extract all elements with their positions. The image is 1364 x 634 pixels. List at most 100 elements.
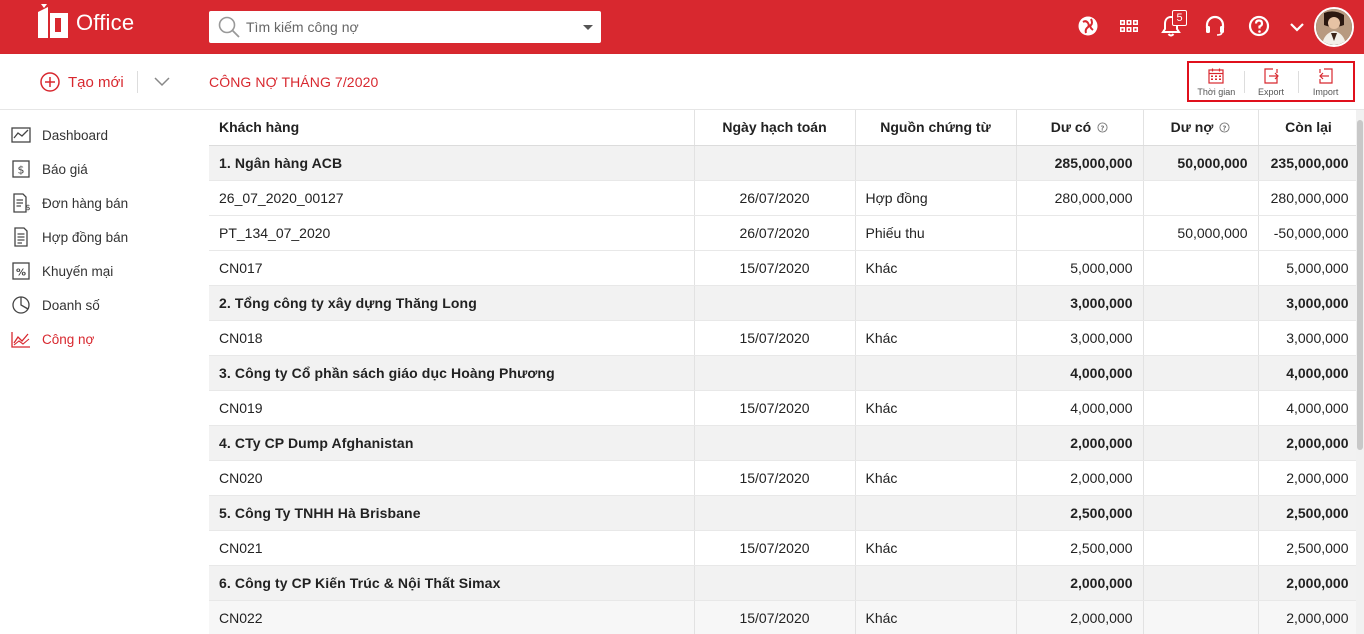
table-row[interactable]: CN022 15/07/2020 Khác 2,000,000 2,000,000 [209, 600, 1356, 634]
table-row[interactable]: CN019 15/07/2020 Khác 4,000,000 4,000,000 [209, 390, 1356, 426]
cell-remaining: 280,000,000 [1258, 180, 1356, 216]
cell-debit-balance [1143, 390, 1259, 426]
export-icon [1264, 67, 1279, 84]
sidebar-item-sales-contracts[interactable]: Hợp đồng bán [0, 220, 209, 254]
cell-source-document: Khác [855, 460, 1017, 496]
cell-remaining: 5,000,000 [1258, 250, 1356, 286]
top-bar: Office 5 [0, 0, 1364, 54]
cell-customer: CN020 [209, 460, 695, 496]
time-filter-button[interactable]: Thời gian [1189, 63, 1244, 100]
cell-posting-date: 15/07/2020 [694, 460, 856, 496]
sidebar-item-revenue[interactable]: Doanh số [0, 288, 209, 322]
vertical-scrollbar[interactable] [1356, 110, 1364, 634]
search-box[interactable] [209, 11, 601, 43]
cell-credit-balance: 280,000,000 [1016, 180, 1144, 216]
column-header-source-document[interactable]: Nguồn chứng từ [855, 110, 1017, 146]
cell-debit-balance [1143, 320, 1259, 356]
import-button[interactable]: Import [1298, 63, 1353, 100]
column-header-debit-balance[interactable]: Dư nợ? [1143, 110, 1259, 146]
cell-source-document [855, 495, 1017, 531]
cell-debit-balance [1143, 355, 1259, 391]
table-row[interactable]: CN018 15/07/2020 Khác 3,000,000 3,000,000 [209, 320, 1356, 356]
debt-chart-icon [11, 332, 30, 348]
cell-source-document: Hợp đồng [855, 180, 1017, 216]
customer-group-row[interactable]: 1. Ngân hàng ACB 285,000,000 50,000,000 235… [209, 145, 1356, 181]
headset-support-icon[interactable] [1203, 14, 1227, 38]
sidebar-item-quotes[interactable]: $ Báo giá [0, 152, 209, 186]
cell-posting-date [694, 425, 856, 461]
cell-remaining: 235,000,000 [1258, 145, 1356, 181]
cell-customer: CN021 [209, 530, 695, 566]
cell-remaining: 2,000,000 [1258, 600, 1356, 634]
help-circle-icon[interactable]: ? [1097, 122, 1108, 133]
table-row[interactable]: CN021 15/07/2020 Khác 2,500,000 2,500,000 [209, 530, 1356, 566]
column-header-credit-balance[interactable]: Dư có? [1016, 110, 1144, 146]
sidebar-item-debts[interactable]: Công nợ [0, 322, 209, 356]
user-avatar[interactable] [1314, 7, 1354, 47]
customer-group-row[interactable]: 4. CTy CP Dump Afghanistan 2,000,000 2,000… [209, 425, 1356, 461]
customer-group-row[interactable]: 3. Công ty Cổ phần sách giáo dục Hoàng P… [209, 355, 1356, 391]
scrollbar-thumb[interactable] [1357, 120, 1363, 450]
cell-customer: 6. Công ty CP Kiến Trúc & Nội Thất Simax [209, 565, 695, 601]
cell-posting-date: 26/07/2020 [694, 180, 856, 216]
cell-credit-balance [1016, 215, 1144, 251]
cell-debit-balance [1143, 530, 1259, 566]
cell-posting-date [694, 145, 856, 181]
cell-customer: 3. Công ty Cổ phần sách giáo dục Hoàng P… [209, 355, 695, 391]
column-header-posting-date[interactable]: Ngày hạch toán [694, 110, 856, 146]
chevron-down-icon[interactable] [154, 76, 170, 88]
create-new-button[interactable]: Tạo mới [40, 72, 124, 92]
svg-text:?: ? [1223, 125, 1227, 133]
cell-remaining: 4,000,000 [1258, 390, 1356, 426]
sidebar-item-label: Báo giá [42, 161, 88, 177]
cell-source-document: Phiếu thu [855, 215, 1017, 251]
dollar-doc-icon: $ [12, 160, 30, 178]
column-header-remaining[interactable]: Còn lại [1258, 110, 1356, 146]
sidebar-item-sales-orders[interactable]: $ Đơn hàng bán [0, 186, 209, 220]
help-icon[interactable] [1247, 14, 1271, 38]
cell-customer: 2. Tổng công ty xây dựng Thăng Long [209, 285, 695, 321]
search-dropdown-caret-icon[interactable] [581, 22, 595, 32]
sidebar-item-promotions[interactable]: % Khuyến mại [0, 254, 209, 288]
app-logo[interactable]: Office [34, 4, 134, 42]
cell-credit-balance: 2,000,000 [1016, 600, 1144, 634]
cell-debit-balance: 50,000,000 [1143, 145, 1259, 181]
customer-group-row[interactable]: 5. Công Ty TNHH Hà Brisbane 2,500,000 2,50… [209, 495, 1356, 531]
cell-source-document: Khác [855, 320, 1017, 356]
table-body: 1. Ngân hàng ACB 285,000,000 50,000,000 235… [209, 145, 1356, 634]
table-row[interactable]: CN020 15/07/2020 Khác 2,000,000 2,000,000 [209, 460, 1356, 496]
cell-source-document [855, 355, 1017, 391]
help-circle-icon[interactable]: ? [1219, 122, 1230, 133]
customer-group-row[interactable]: 2. Tổng công ty xây dựng Thăng Long 3,000… [209, 285, 1356, 321]
cell-credit-balance: 2,000,000 [1016, 565, 1144, 601]
cell-customer: PT_134_07_2020 [209, 215, 695, 251]
cell-source-document: Khác [855, 250, 1017, 286]
sidebar-item-label: Dashboard [42, 127, 109, 143]
cell-credit-balance: 4,000,000 [1016, 355, 1144, 391]
logo-mark-icon [38, 4, 68, 38]
svg-text:?: ? [1101, 125, 1105, 133]
cell-remaining: -50,000,000 [1258, 215, 1356, 251]
table-row[interactable]: 26_07_2020_00127 26/07/2020 Hợp đồng 280,00… [209, 180, 1356, 216]
sidebar-item-label: Doanh số [42, 297, 100, 313]
cell-customer: 5. Công Ty TNHH Hà Brisbane [209, 495, 695, 531]
column-header-customer[interactable]: Khách hàng [209, 110, 695, 146]
cell-customer: 1. Ngân hàng ACB [209, 145, 695, 181]
user-menu-chevron-icon[interactable] [1288, 14, 1306, 38]
cell-posting-date: 15/07/2020 [694, 320, 856, 356]
cell-customer: CN019 [209, 390, 695, 426]
table-row[interactable]: PT_134_07_2020 26/07/2020 Phiếu thu 50,000,… [209, 215, 1356, 251]
customer-group-row[interactable]: 6. Công ty CP Kiến Trúc & Nội Thất Simax… [209, 565, 1356, 601]
table-row[interactable]: CN017 15/07/2020 Khác 5,000,000 5,000,000 [209, 250, 1356, 286]
action-bar: Tạo mới CÔNG NỢ THÁNG 7/2020 Thời gian E… [0, 54, 1364, 110]
notification-badge: 5 [1172, 10, 1187, 26]
export-button[interactable]: Export [1243, 63, 1299, 100]
search-input[interactable] [242, 12, 581, 42]
avatar-person-icon [1316, 9, 1352, 45]
cell-debit-balance [1143, 460, 1259, 496]
sidebar-item-label: Khuyến mại [42, 263, 114, 279]
sidebar-item-dashboard[interactable]: Dashboard [0, 118, 209, 152]
globe-icon[interactable] [1076, 14, 1100, 38]
calendar-icon [1208, 68, 1224, 84]
apps-grid-icon[interactable] [1117, 14, 1141, 38]
